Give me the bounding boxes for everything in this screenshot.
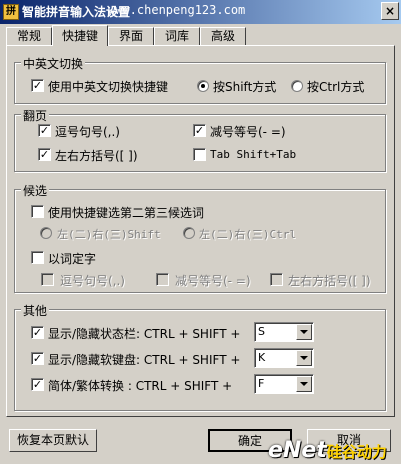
status-bar-toggle-checkbox[interactable]: ✓ (31, 326, 44, 339)
minus-equal-checkbox[interactable]: ✓ (193, 124, 206, 137)
chevron-down-icon[interactable] (296, 324, 312, 340)
tab-dictionary[interactable]: 词库 (154, 27, 200, 45)
lr-shift-radio[interactable] (40, 227, 52, 239)
wc-minus-equal-label: 减号等号(- =) (175, 274, 251, 288)
word-to-char-checkbox[interactable] (31, 251, 44, 264)
comma-period-label: 逗号句号(,.) (55, 125, 120, 139)
use-switch-checkbox[interactable]: ✓ (31, 79, 44, 92)
close-button[interactable]: × (381, 2, 399, 20)
watermark-url: www.chenpeng123.com (108, 3, 246, 17)
tab-general[interactable]: 常规 (6, 27, 52, 45)
wc-brackets-label: 左右方括号([ ]) (288, 274, 371, 288)
restore-defaults-button[interactable]: 恢复本页默认 (9, 429, 97, 452)
enet-logo-sub: 硅谷动力 (326, 443, 387, 461)
lr-ctrl-radio[interactable] (183, 227, 195, 239)
tab-interface[interactable]: 界面 (108, 27, 154, 45)
soft-keyboard-toggle-label: 显示/隐藏软键盘: CTRL + SHIFT + (48, 353, 241, 367)
other-group-title: 其他 (21, 302, 50, 319)
wc-brackets-checkbox[interactable] (270, 273, 283, 286)
comma-period-checkbox[interactable]: ✓ (38, 124, 51, 137)
lr-ctrl-label: 左(二)右(三)Ctrl (199, 228, 296, 241)
simp-trad-toggle-label: 简体/繁体转换 : CTRL + SHIFT + (48, 379, 233, 393)
simp-trad-key-value: F (258, 377, 265, 390)
candidate-group-title: 候选 (21, 182, 50, 199)
tab-advanced[interactable]: 高级 (200, 27, 246, 45)
brackets-checkbox[interactable]: ✓ (38, 148, 51, 161)
word-to-char-label: 以词定字 (48, 252, 97, 266)
chevron-down-icon[interactable] (296, 350, 312, 366)
wc-comma-period-label: 逗号句号(,.) (60, 274, 125, 288)
shift-mode-radio[interactable] (197, 80, 209, 92)
wc-comma-period-checkbox[interactable] (41, 273, 54, 286)
ctrl-mode-label: 按Ctrl方式 (307, 80, 365, 94)
chevron-down-icon[interactable] (296, 376, 312, 392)
soft-keyboard-key-value: K (258, 351, 266, 364)
use-candidate-shortcut-checkbox[interactable] (31, 205, 44, 218)
tab-shift-tab-checkbox[interactable] (193, 148, 206, 161)
enet-logo-text: eNet (268, 438, 327, 463)
lr-shift-label: 左(二)右(三)Shift (57, 228, 161, 241)
soft-keyboard-toggle-checkbox[interactable]: ✓ (31, 352, 44, 365)
shift-mode-label: 按Shift方式 (213, 80, 277, 94)
switch-group-title: 中英文切换 (21, 55, 86, 72)
use-switch-label: 使用中英文切换快捷键 (48, 80, 169, 94)
brackets-label: 左右方括号([ ]) (55, 149, 138, 163)
ctrl-mode-radio[interactable] (291, 80, 303, 92)
status-bar-toggle-label: 显示/隐藏状态栏: CTRL + SHIFT + (48, 327, 241, 341)
tab-shift-tab-label: Tab Shift+Tab (210, 148, 297, 161)
app-icon: 拼 (3, 4, 19, 20)
status-bar-key-value: S (258, 325, 265, 338)
status-bar-key-select[interactable]: S (254, 322, 314, 342)
simp-trad-key-select[interactable]: F (254, 374, 314, 394)
simp-trad-toggle-checkbox[interactable]: ✓ (31, 378, 44, 391)
wc-minus-equal-checkbox[interactable] (156, 273, 169, 286)
minus-equal-label: 减号等号(- =) (210, 125, 286, 139)
use-candidate-shortcut-label: 使用快捷键选第二第三候选词 (48, 206, 205, 220)
tab-shortcuts[interactable]: 快捷键 (52, 25, 108, 46)
page-group-title: 翻页 (21, 107, 50, 124)
title-bar: 拼 智能拼音输入法设置 www.chenpeng123.com × (0, 0, 401, 24)
enet-logo: eNet硅谷动力 (268, 438, 401, 464)
soft-keyboard-key-select[interactable]: K (254, 348, 314, 368)
